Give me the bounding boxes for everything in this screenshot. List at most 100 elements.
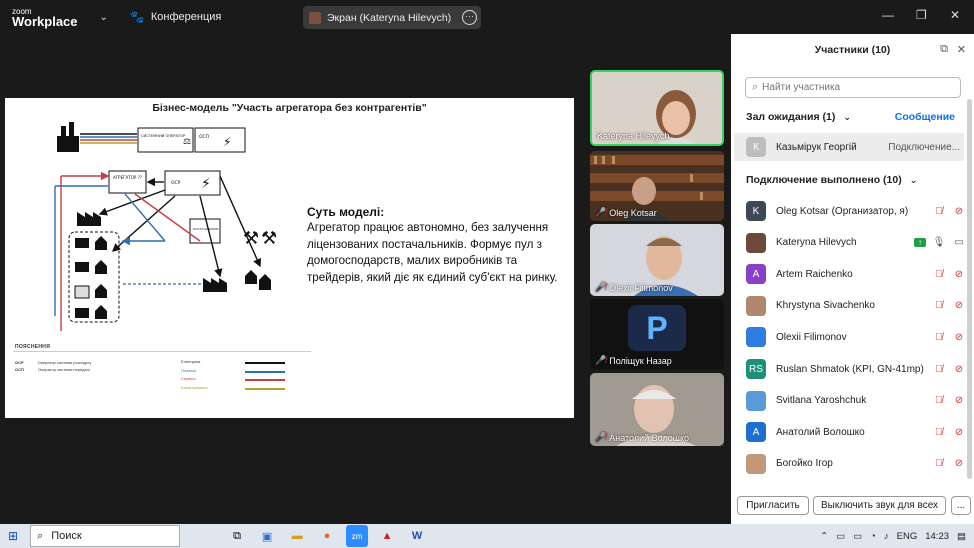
wind-turbine-icon: ⚒ — [243, 228, 259, 248]
mic-muted-icon[interactable]: 🎙̸ — [932, 458, 946, 469]
video-off-icon[interactable]: ⊘ — [952, 395, 966, 406]
zoom-taskbar-icon[interactable]: zm — [346, 525, 369, 547]
video-tile-olexii[interactable]: 🎤̸ Olexii Filimonov — [590, 224, 724, 296]
chevron-down-icon: ⌄ — [909, 174, 918, 185]
avatar: K — [746, 201, 766, 221]
volume-icon[interactable]: ♪ — [884, 531, 889, 542]
popout-icon[interactable]: ⧉ — [940, 43, 948, 56]
more-icon[interactable]: ··· — [462, 10, 477, 25]
participant-row[interactable]: Svitlana Yaroshchuk 🎙̸ ⊘ — [746, 389, 966, 413]
close-panel-icon[interactable]: ✕ — [957, 43, 966, 56]
video-off-icon[interactable]: ⊘ — [952, 332, 966, 343]
invite-button[interactable]: Пригласить — [737, 496, 809, 515]
avatar: P — [628, 305, 686, 351]
video-tile-kateryna[interactable]: Kateryna Hilevych — [590, 70, 724, 146]
legend-line-label: Сервіси — [181, 376, 196, 381]
mic-muted-icon[interactable]: 🎙̸ — [932, 300, 946, 311]
avatar: RS — [746, 359, 766, 379]
participant-name: Khrystyna Sivachenko — [776, 300, 875, 312]
windows-start-icon[interactable]: ⊞ — [8, 529, 18, 543]
participant-row[interactable]: Богойко Ігор 🎙̸ ⊘ — [746, 452, 966, 476]
acrobat-icon[interactable]: ▲ — [376, 525, 398, 547]
minimize-icon[interactable]: — — [882, 8, 894, 22]
mic-muted-icon[interactable]: 🎙̸ — [932, 427, 946, 438]
participant-name: Olexii Filimonov — [776, 331, 847, 343]
participant-name: Ruslan Shmatok (KPI, GN-41mp) — [776, 363, 924, 375]
chevron-down-icon[interactable]: ⌄ — [100, 12, 108, 23]
avatar: К — [746, 137, 766, 157]
legend-line-label: Електрика — [181, 359, 201, 364]
screen-share-pill[interactable]: Экран (Kateryna Hilevych) ··· — [303, 6, 481, 29]
taskbar-search[interactable]: ⌕ Поиск — [30, 525, 181, 547]
participant-name: Artem Raichenko — [776, 268, 853, 280]
mic-muted-icon: 🎤̸ — [595, 432, 607, 442]
video-tile-nazar[interactable]: P 🎤̸ Поліщук Назар — [590, 299, 724, 369]
scrollbar[interactable] — [967, 99, 972, 479]
search-input[interactable]: ⌕ Найти участника — [745, 77, 961, 98]
network-icon[interactable]: ▭ — [836, 531, 845, 542]
business-model-diagram: СИСТЕМНИЙ ОПЕРАТОР ⚖ ОСП ⚡ АГРЕГАТОР ?? … — [54, 122, 277, 331]
sharer-avatar — [309, 11, 321, 24]
clock[interactable]: 14:23 — [925, 531, 949, 542]
battery-icon[interactable]: ▭ — [853, 531, 862, 542]
mic-muted-icon[interactable]: 🎙̸ — [932, 364, 946, 375]
avatar — [746, 327, 766, 348]
wifi-icon[interactable]: ◔ — [870, 531, 876, 542]
video-off-icon[interactable]: ⊘ — [952, 364, 966, 375]
waiting-room-header[interactable]: Зал ожидания (1) ⌄ — [746, 111, 851, 123]
participant-row[interactable]: Olexii Filimonov 🎙̸ ⊘ — [746, 325, 966, 349]
mic-muted-icon[interactable]: 🎙̸ — [932, 395, 946, 406]
legend-divider — [13, 351, 311, 352]
participant-row[interactable]: A Анатолий Волошко 🎙̸ ⊘ — [746, 420, 966, 444]
app-icon[interactable]: ▣ — [256, 525, 278, 547]
chevron-up-icon[interactable]: ⌃ — [820, 531, 828, 542]
participant-row[interactable]: Kateryna Hilevych ↑ 🎙 ▭ — [746, 231, 966, 255]
video-off-icon[interactable]: ⊘ — [952, 458, 966, 469]
task-view-icon[interactable]: ⧉ — [226, 525, 248, 547]
avatar — [746, 390, 766, 411]
video-off-icon[interactable]: ⊘ — [952, 269, 966, 280]
legend-line-swatch — [245, 387, 285, 390]
legend-line-label: Платежі — [181, 367, 196, 373]
participant-row[interactable]: RS Ruslan Shmatok (KPI, GN-41mp) 🎙̸ ⊘ — [746, 357, 966, 381]
conference-menu[interactable]: 🐾 Конференция — [130, 10, 221, 24]
model-text: Агрегатор працює автономно, без залученн… — [307, 221, 558, 284]
participants-panel: Участники (10) ⧉ ✕ ⌕ Найти участника Зал… — [731, 34, 974, 524]
more-options-button[interactable]: ... — [951, 496, 971, 515]
video-tile-oleg[interactable]: 🎤̸ Oleg Kotsar — [590, 151, 724, 221]
mic-muted-icon[interactable]: 🎙̸ — [932, 206, 946, 217]
firefox-icon[interactable]: ● — [316, 525, 338, 547]
folder-icon[interactable]: ▬ — [286, 525, 308, 547]
message-link[interactable]: Сообщение — [895, 111, 955, 123]
logo-line2: Workplace — [12, 14, 78, 29]
participant-name: Богойко Ігор — [776, 458, 833, 470]
mute-all-button[interactable]: Выключить звук для всех — [813, 496, 946, 515]
maximize-icon[interactable]: ❐ — [916, 8, 927, 22]
participant-row[interactable]: Khrystyna Sivachenko 🎙̸ ⊘ — [746, 294, 966, 318]
word-icon[interactable]: W — [406, 525, 428, 547]
waiting-status: Подключение... — [888, 141, 960, 153]
video-icon[interactable]: ▭ — [952, 237, 966, 248]
close-icon[interactable]: ✕ — [950, 8, 960, 22]
mic-icon[interactable]: 🎙 — [932, 237, 946, 248]
mic-muted-icon[interactable]: 🎙̸ — [932, 332, 946, 343]
avatar: A — [746, 422, 766, 443]
video-tile-name: Kateryna Hilevych — [597, 131, 670, 141]
video-off-icon[interactable]: ⊘ — [952, 206, 966, 217]
notifications-icon[interactable]: ▤ — [957, 531, 966, 542]
video-tile-name: 🎤̸ Поліщук Назар — [595, 355, 672, 366]
video-off-icon[interactable]: ⊘ — [952, 427, 966, 438]
participant-row[interactable]: K Oleg Kotsar (Организатор, я) 🎙̸ ⊘ — [746, 199, 966, 223]
video-off-icon[interactable]: ⊘ — [952, 300, 966, 311]
waiting-participant-row[interactable]: К Казьмірук Георгій Подключение... — [734, 133, 964, 161]
windows-taskbar: ⊞ ⌕ Поиск ⧉ ▣ ▬ ● zm ▲ W ⌃ ▭ ▭ ◔ ♪ ENG 1… — [0, 524, 974, 548]
connected-header[interactable]: Подключение выполнено (10) ⌄ — [746, 174, 917, 186]
video-tile-anatoliy[interactable]: 🎤̸ Анатолий Волошко — [590, 373, 724, 446]
mic-muted-icon[interactable]: 🎙̸ — [932, 269, 946, 280]
house-icons — [245, 270, 271, 290]
language-indicator[interactable]: ENG — [897, 531, 918, 542]
waiting-participant-name: Казьмірук Георгій — [776, 141, 857, 153]
legend-abbr-item: ОСР Оператор системи розподілу — [15, 360, 92, 365]
participant-name: Oleg Kotsar (Организатор, я) — [776, 205, 909, 217]
participant-row[interactable]: A Artem Raichenko 🎙̸ ⊘ — [746, 262, 966, 286]
